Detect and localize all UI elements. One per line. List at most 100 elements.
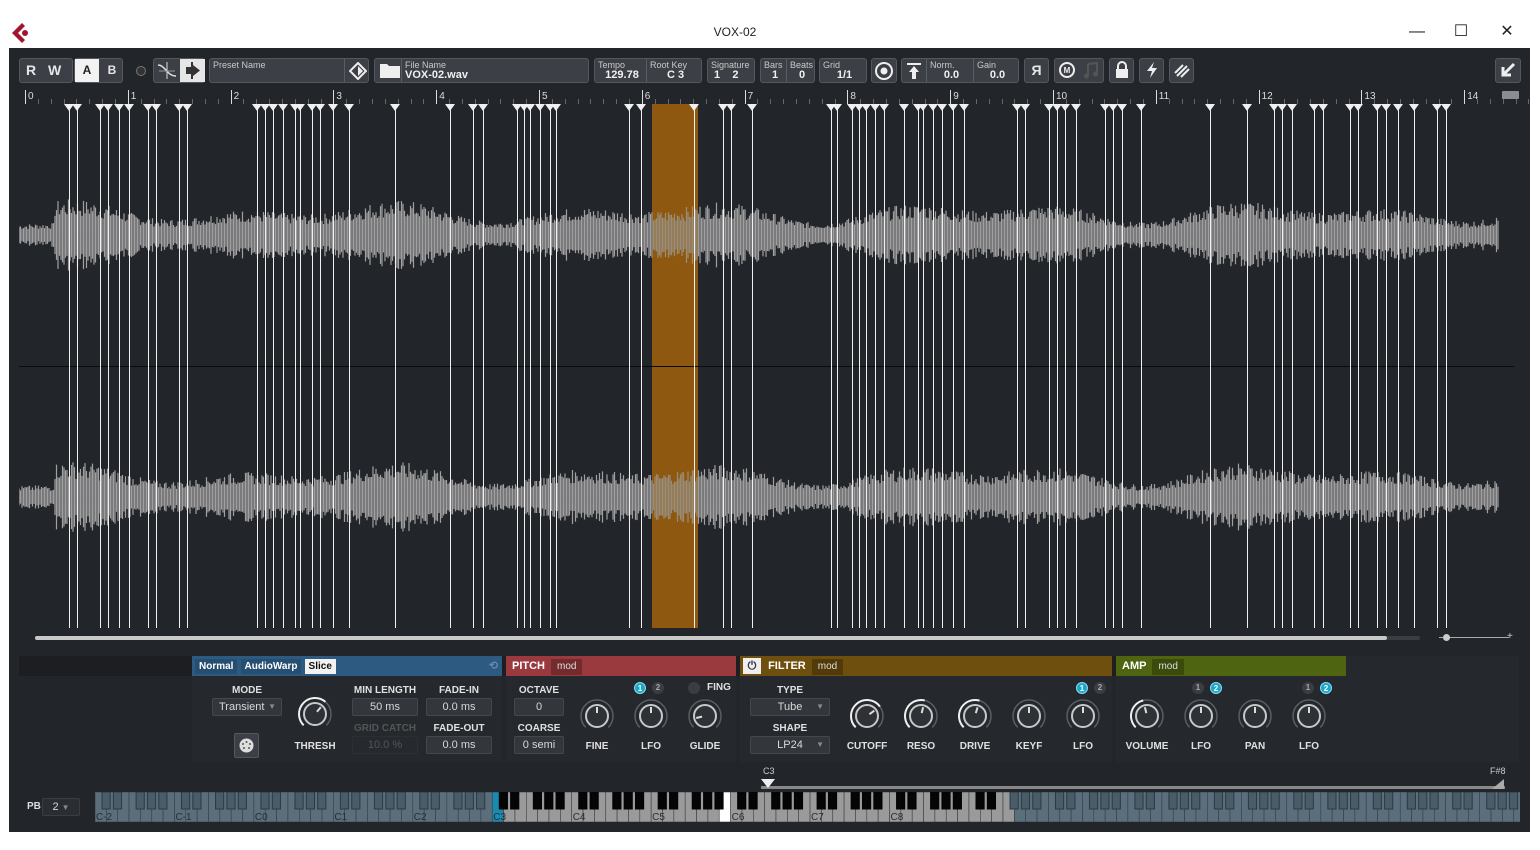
- black-key[interactable]: [714, 792, 724, 810]
- black-key[interactable]: [1020, 792, 1031, 810]
- slice-marker-handle[interactable]: [1242, 104, 1252, 111]
- gain-field[interactable]: Gain 0.0: [974, 59, 1018, 82]
- slice-marker-handle[interactable]: [295, 104, 305, 111]
- keyf-knob[interactable]: [1011, 698, 1047, 734]
- black-key[interactable]: [1054, 792, 1065, 810]
- black-key[interactable]: [907, 792, 917, 810]
- black-key[interactable]: [1304, 792, 1314, 810]
- pitchbend-range-dropdown[interactable]: 2 ▼: [42, 798, 80, 816]
- slice-marker[interactable]: [95, 104, 105, 628]
- slice-marker[interactable]: [928, 104, 938, 628]
- slice-marker[interactable]: [1052, 104, 1062, 628]
- slice-marker[interactable]: [519, 104, 529, 628]
- slice-marker-handle[interactable]: [689, 104, 699, 111]
- slice-marker[interactable]: [1381, 104, 1391, 628]
- slice-marker[interactable]: [328, 104, 338, 628]
- slice-marker[interactable]: [344, 104, 354, 628]
- slice-marker[interactable]: [1012, 104, 1022, 628]
- pitch-lfo-knob[interactable]: [633, 698, 669, 734]
- black-key[interactable]: [771, 792, 781, 810]
- black-key[interactable]: [623, 792, 633, 810]
- timeline-ruler[interactable]: 0 1 2 3 4 5 6 7 8 9 10 11 12 13 14: [19, 90, 1530, 104]
- bars-field[interactable]: Bars 1: [761, 59, 787, 82]
- slice-marker[interactable]: [468, 104, 478, 628]
- black-key[interactable]: [612, 792, 622, 810]
- undo-icon[interactable]: ⟲: [489, 656, 498, 676]
- slice-marker[interactable]: [1060, 104, 1070, 628]
- pan-lfo1-button[interactable]: 1: [1302, 682, 1314, 694]
- low-key-handle[interactable]: [761, 779, 775, 788]
- amp-lfo2-button[interactable]: 2: [1210, 682, 1222, 694]
- slice-marker[interactable]: [1345, 104, 1355, 628]
- slice-marker[interactable]: [114, 104, 124, 628]
- filter-type-dropdown[interactable]: Tube ▼: [750, 698, 830, 716]
- black-key[interactable]: [1327, 792, 1337, 810]
- filter-lfo2-button[interactable]: 2: [1094, 682, 1106, 694]
- black-key[interactable]: [1452, 792, 1462, 810]
- slice-marker[interactable]: [832, 104, 842, 628]
- pan-lfo-knob[interactable]: [1291, 698, 1327, 734]
- black-key[interactable]: [180, 792, 191, 810]
- black-key[interactable]: [1338, 792, 1348, 810]
- pan-lfo2-button[interactable]: 2: [1320, 682, 1332, 694]
- black-key[interactable]: [510, 792, 520, 810]
- black-key[interactable]: [476, 792, 486, 810]
- black-key[interactable]: [748, 792, 758, 810]
- black-key[interactable]: [941, 792, 951, 810]
- slice-marker[interactable]: [268, 104, 278, 628]
- close-icon[interactable]: ✕: [1492, 22, 1522, 42]
- slice-marker-handle[interactable]: [535, 104, 545, 111]
- b-button[interactable]: B: [100, 59, 124, 82]
- pitch-mod-button[interactable]: mod: [551, 659, 583, 675]
- filter-shape-dropdown[interactable]: LP24 ▼: [750, 736, 830, 754]
- coarse-field[interactable]: 0 semi: [514, 736, 564, 754]
- black-key[interactable]: [1293, 792, 1303, 810]
- slice-marker[interactable]: [726, 104, 736, 628]
- slice-marker-handle[interactable]: [1136, 104, 1146, 111]
- amp-mod-button[interactable]: mod: [1152, 659, 1184, 675]
- slice-marker-handle[interactable]: [268, 104, 278, 111]
- read-button[interactable]: R: [26, 59, 36, 82]
- slice-marker-handle[interactable]: [879, 104, 889, 111]
- scrollbar-thumb[interactable]: [35, 636, 1387, 640]
- slice-marker[interactable]: [1409, 104, 1419, 628]
- tab-normal[interactable]: Normal: [195, 659, 238, 674]
- mode-dropdown[interactable]: Transient ▼: [212, 698, 282, 716]
- black-key[interactable]: [1111, 792, 1121, 810]
- keyboard[interactable]: C-2 C-1 C0 C1 C2 C3 C4 C5 C6 C7 C8: [95, 792, 1520, 822]
- slice-marker-handle[interactable]: [390, 104, 400, 111]
- slice-marker[interactable]: [1372, 104, 1382, 628]
- black-key[interactable]: [385, 792, 395, 810]
- slice-marker[interactable]: [143, 104, 153, 628]
- zoom-in-icon[interactable]: +: [1507, 631, 1513, 642]
- black-key[interactable]: [1191, 792, 1201, 810]
- black-key[interactable]: [1486, 792, 1496, 810]
- black-key[interactable]: [305, 792, 316, 810]
- black-key[interactable]: [396, 792, 406, 810]
- slice-marker[interactable]: [174, 104, 184, 628]
- slice-marker-handle[interactable]: [1117, 104, 1127, 111]
- slice-marker[interactable]: [1309, 104, 1319, 628]
- slice-marker[interactable]: [826, 104, 836, 628]
- slice-marker[interactable]: [879, 104, 889, 628]
- zoom-slider[interactable]: [1439, 634, 1509, 641]
- normalize-icon[interactable]: [905, 62, 923, 80]
- black-key[interactable]: [1179, 792, 1189, 810]
- slice-marker-handle[interactable]: [1071, 104, 1081, 111]
- reverse-button[interactable]: Я: [1024, 58, 1049, 83]
- slice-marker[interactable]: [948, 104, 958, 628]
- black-key[interactable]: [1009, 792, 1019, 810]
- slice-marker-handle[interactable]: [1020, 104, 1030, 111]
- warp-button[interactable]: [1169, 58, 1194, 83]
- filter-lfo-knob[interactable]: [1065, 698, 1101, 734]
- black-key[interactable]: [1406, 792, 1416, 810]
- min-length-field[interactable]: 50 ms: [352, 698, 418, 716]
- slice-marker-handle[interactable]: [624, 104, 634, 111]
- black-key[interactable]: [896, 792, 906, 810]
- slice-marker-handle[interactable]: [832, 104, 842, 111]
- black-key[interactable]: [634, 792, 645, 810]
- slice-marker[interactable]: [151, 104, 161, 628]
- write-button[interactable]: W: [48, 59, 61, 82]
- a-button[interactable]: A: [75, 59, 99, 82]
- slice-marker[interactable]: [290, 104, 300, 628]
